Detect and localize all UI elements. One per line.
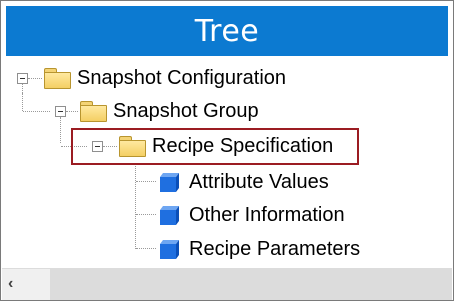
tree-node-label: Attribute Values [189,170,329,193]
tree-node-label: Snapshot Configuration [77,66,287,89]
tree-connector [136,248,156,249]
tree-connector [66,111,78,112]
tree-node-label: Other Information [189,203,345,226]
tree-node-snapshot-configuration[interactable]: Snapshot Configuration [43,62,286,94]
cube-icon [157,170,183,194]
tree-connector [136,181,156,182]
horizontal-scrollbar[interactable]: ‹ [2,268,452,300]
tree-node-label: Snapshot Group [113,99,259,122]
folder-icon [118,135,146,157]
tree-node-snapshot-group[interactable]: Snapshot Group [79,95,259,127]
folder-icon [79,100,107,122]
collapse-toggle[interactable] [17,73,28,84]
tree-connector [60,117,61,143]
tree-connector [22,83,23,93]
tree-connector [136,214,156,215]
cube-icon [157,237,183,261]
tree-node-label: Recipe Parameters [189,237,361,260]
scrollbar-track[interactable] [50,269,452,300]
folder-icon [43,67,71,89]
tree-node-recipe-parameters[interactable]: Recipe Parameters [157,233,360,265]
collapse-toggle[interactable] [55,106,66,117]
tree-node-label: Recipe Specification [152,134,334,157]
tree-node-other-information[interactable]: Other Information [157,199,345,231]
tree-connector [135,166,136,249]
scroll-left-arrow-icon[interactable]: ‹ [8,276,24,292]
panel-title: Tree [6,6,448,56]
tree-connector [28,78,42,79]
tree-node-attribute-values[interactable]: Attribute Values [157,166,329,198]
tree-panel: Tree Snapshot Configuration Snapshot Gro… [0,0,454,301]
tree-connector [22,93,23,111]
cube-icon [157,203,183,227]
tree-node-recipe-specification[interactable]: Recipe Specification [118,130,333,162]
tree-connector [23,111,50,112]
